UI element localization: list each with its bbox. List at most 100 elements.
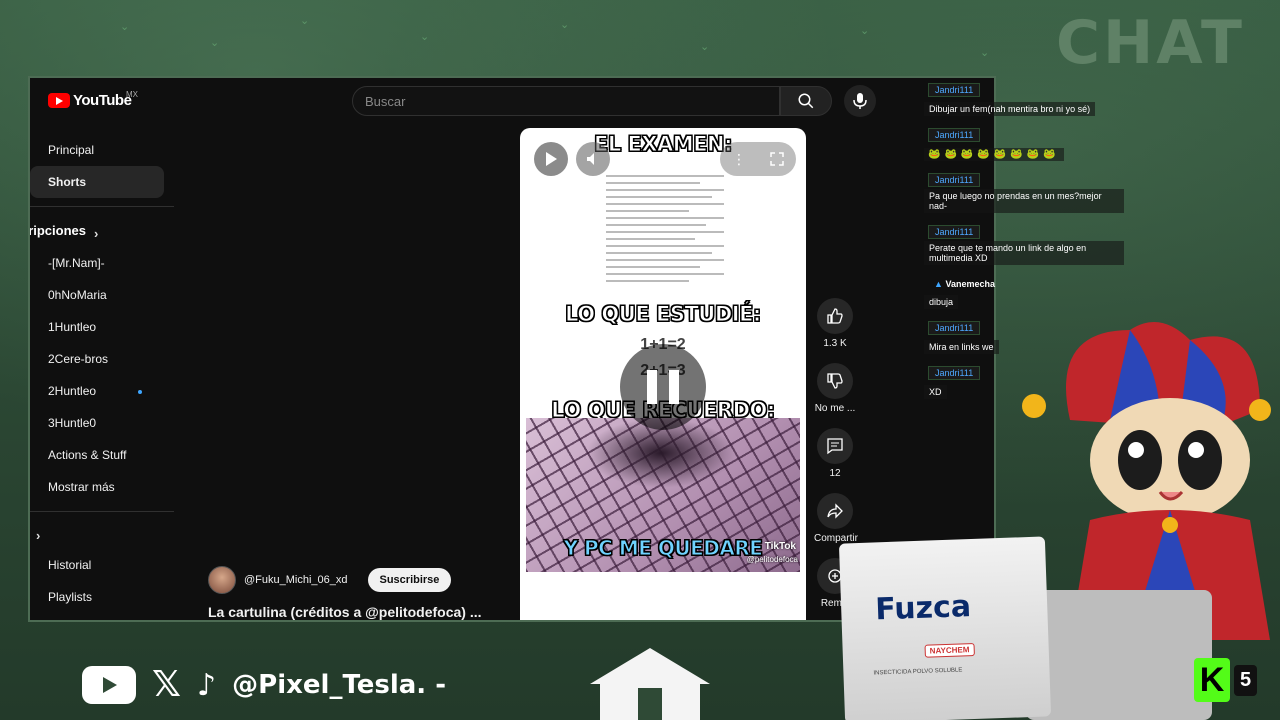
- search-icon: [798, 93, 814, 109]
- bird-decoration: ⌄: [860, 25, 870, 37]
- sidebar-item-label: 2Huntleo: [48, 384, 97, 398]
- search-input[interactable]: Buscar: [352, 86, 780, 116]
- sidebar-item-history[interactable]: Historial: [30, 549, 164, 581]
- sidebar-item-subscription[interactable]: 0hNoMaria: [30, 279, 164, 311]
- share-action[interactable]: Compartir: [814, 493, 858, 544]
- video-title[interactable]: La cartulina (créditos a @pelitodefoca) …: [208, 604, 482, 620]
- sidebar-item-principal[interactable]: Principal: [30, 134, 164, 166]
- chat-emotes: 🐸🐸🐸🐸🐸🐸🐸🐸: [924, 148, 1064, 161]
- chat-text: Mira en links we: [924, 340, 999, 354]
- comments-action[interactable]: 12: [814, 428, 856, 479]
- chat-username: Jandri111: [928, 366, 981, 380]
- comment-icon: [827, 438, 843, 455]
- tiktok-watermark: TikTok: [764, 541, 796, 552]
- channel-row: @Fuku_Michi_06_xd Suscribirse: [208, 566, 452, 594]
- chat-username-text: Vanemecha: [945, 279, 995, 289]
- sidebar-divider: [30, 511, 174, 512]
- thumbs-up-icon: [827, 308, 843, 324]
- kick-logo-icon: K: [1194, 658, 1230, 702]
- video-caption-middle: LO QUE ESTUDIÉ:: [565, 302, 762, 327]
- chat-text: XD: [924, 385, 947, 399]
- subscriptions-heading[interactable]: Suscripciones ›: [28, 215, 172, 247]
- short-video-player[interactable]: EL EXAMEN: LO QUE ESTUDIÉ: 1+1=2 2+1=3 L…: [520, 128, 806, 620]
- chevron-right-icon: ›: [36, 528, 41, 543]
- badge-icon: ▲: [934, 279, 943, 289]
- chat-username: Jandri111: [928, 128, 981, 142]
- comments-count: 12: [829, 468, 841, 479]
- bird-decoration: ⌄: [700, 41, 710, 53]
- channel-name[interactable]: @Fuku_Michi_06_xd: [244, 574, 348, 586]
- chat-message: Jandri111 Pa que luego no prendas en un …: [924, 170, 1124, 214]
- sidebar-item-subscription[interactable]: 2Cere-bros: [30, 343, 164, 375]
- bird-decoration: ⌄: [300, 15, 310, 27]
- subscribe-button[interactable]: Suscribirse: [367, 568, 452, 592]
- bird-decoration: ⌄: [560, 19, 570, 31]
- sidebar-divider: [30, 206, 174, 207]
- chat-username: Jandri111: [928, 321, 981, 335]
- chat-username: ▲ Vanemecha: [928, 278, 1001, 290]
- kick-viewers-badge: K 5: [1194, 658, 1258, 702]
- fullscreen-icon[interactable]: [770, 152, 784, 166]
- dislike-action[interactable]: No me ...: [814, 363, 856, 414]
- comments-button[interactable]: [817, 428, 853, 464]
- chat-text: dibuja: [924, 295, 959, 309]
- chat-message: Jandri111 Perate que te mando un link de…: [924, 222, 1124, 266]
- share-button[interactable]: [817, 493, 853, 529]
- you-heading[interactable]: ›: [36, 520, 182, 549]
- social-links: 𝕏 ♪ @Pixel_Tesla. -: [82, 666, 446, 704]
- channel-avatar[interactable]: [208, 566, 236, 594]
- youtube-logo[interactable]: YouTube: [48, 92, 132, 109]
- product-brand: Fuzca: [874, 589, 972, 628]
- chat-text: Perate que te mando un link de algo en m…: [924, 241, 1124, 265]
- share-icon: [827, 503, 843, 519]
- sidebar-item-subscription[interactable]: -[Mr.Nam]-: [30, 247, 164, 279]
- voice-search-button[interactable]: [844, 85, 876, 117]
- kick-viewer-count: 5: [1234, 664, 1258, 696]
- chat-title: CHAT: [1056, 8, 1245, 78]
- volume-button[interactable]: [576, 142, 610, 176]
- social-handle: @Pixel_Tesla. -: [232, 670, 447, 700]
- chat-text: Dibujar un fem(nah mentira bro ni yo sé): [924, 102, 1096, 116]
- youtube-logo-icon: [48, 93, 70, 108]
- sidebar-item-subscription[interactable]: 2Huntleo: [30, 375, 164, 407]
- chat-username: Jandri111: [928, 83, 981, 97]
- pause-icon-bar: [647, 370, 657, 404]
- like-button[interactable]: [817, 298, 853, 334]
- dislike-button[interactable]: [817, 363, 853, 399]
- tiktok-handle: @pelitodefoca: [746, 555, 798, 564]
- sidebar-item-subscription[interactable]: 3Huntle0: [30, 407, 164, 439]
- overlay-bottom-bar: 𝕏 ♪ @Pixel_Tesla. - K 5: [0, 644, 1280, 720]
- sidebar-item-subscription[interactable]: Actions & Stuff: [30, 439, 164, 471]
- player-options: ⋮: [720, 142, 796, 176]
- sidebar: Principal Shorts Suscripciones › -[Mr.Nam…: [30, 134, 176, 613]
- pause-overlay[interactable]: [620, 344, 706, 430]
- chevron-right-icon: ›: [94, 226, 99, 241]
- sidebar-item-shorts[interactable]: Shorts: [30, 166, 164, 198]
- sidebar-item-subscription[interactable]: 1Huntleo: [30, 311, 164, 343]
- like-action[interactable]: 1.3 K: [814, 298, 856, 349]
- sidebar-item-playlists[interactable]: Playlists: [30, 581, 164, 613]
- bird-decoration: ⌄: [210, 37, 220, 49]
- x-social-icon: 𝕏: [152, 664, 182, 705]
- subscriptions-heading-label: Suscripciones: [28, 223, 86, 238]
- region-label: MX: [126, 90, 138, 99]
- chat-username: Jandri111: [928, 173, 981, 187]
- chat-message: Jandri111 Dibujar un fem(nah mentira bro…: [924, 80, 1124, 117]
- dislike-label: No me ...: [814, 403, 856, 414]
- volume-icon: [587, 153, 594, 165]
- microphone-icon: [853, 93, 867, 109]
- bird-decoration: ⌄: [980, 47, 990, 59]
- bird-decoration: ⌄: [120, 21, 130, 33]
- sidebar-item-show-more[interactable]: Mostrar más: [30, 471, 164, 503]
- youtube-social-icon: [82, 666, 136, 704]
- youtube-window: YouTube MX Buscar Principal Shorts Suscr…: [28, 76, 996, 622]
- play-button[interactable]: [534, 142, 568, 176]
- youtube-logo-text: YouTube: [73, 92, 132, 109]
- bird-decoration: ⌄: [420, 31, 430, 43]
- video-anime-frame: Y PC ME QUEDARE TikTok @pelitodefoca: [526, 418, 800, 572]
- pause-icon-bar: [669, 370, 679, 404]
- chat-username: Jandri111: [928, 225, 981, 239]
- search-button[interactable]: [780, 86, 832, 116]
- more-options-icon[interactable]: ⋮: [732, 151, 746, 168]
- play-icon: [546, 152, 557, 166]
